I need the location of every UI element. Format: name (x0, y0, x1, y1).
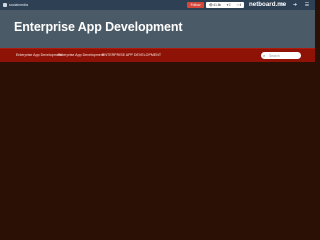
nav-item-3[interactable]: ENTERPRISE APP DEVELOPMENT (102, 49, 161, 62)
stats-badge: 👁41.6k ♥1 ↗4 (206, 2, 244, 8)
nav-item-2[interactable]: Enterprise App Development (58, 49, 104, 62)
login-icon[interactable]: ➜ (292, 2, 298, 8)
mail-icon[interactable]: ✉ (279, 2, 285, 8)
likes-stat[interactable]: ♥1 (227, 3, 231, 7)
search-box[interactable]: ⌕ (261, 52, 301, 59)
shares-stat[interactable]: ↗4 (236, 3, 241, 7)
brand-label: socialmedia (9, 3, 28, 7)
search-input[interactable] (268, 52, 299, 59)
menu-icon[interactable]: ☰ (304, 2, 310, 8)
home-icon (3, 3, 7, 7)
shares-count: 4 (239, 3, 242, 7)
views-stat: 👁41.6k (209, 3, 221, 7)
views-count: 41.6k (213, 3, 222, 7)
page-title: Enterprise App Development (14, 20, 183, 34)
board-canvas (0, 62, 315, 210)
likes-count: 1 (229, 3, 231, 7)
board-header: Enterprise App Development (0, 10, 315, 48)
nav-bar: Enterprise App Development Enterprise Ap… (0, 48, 315, 62)
nav-item-1[interactable]: Enterprise App Development (16, 49, 62, 62)
top-bar: socialmedia Follow 👁41.6k ♥1 ↗4 netboard… (0, 0, 315, 10)
follow-button[interactable]: Follow (187, 2, 204, 8)
top-bar-brand[interactable]: socialmedia (3, 1, 28, 9)
